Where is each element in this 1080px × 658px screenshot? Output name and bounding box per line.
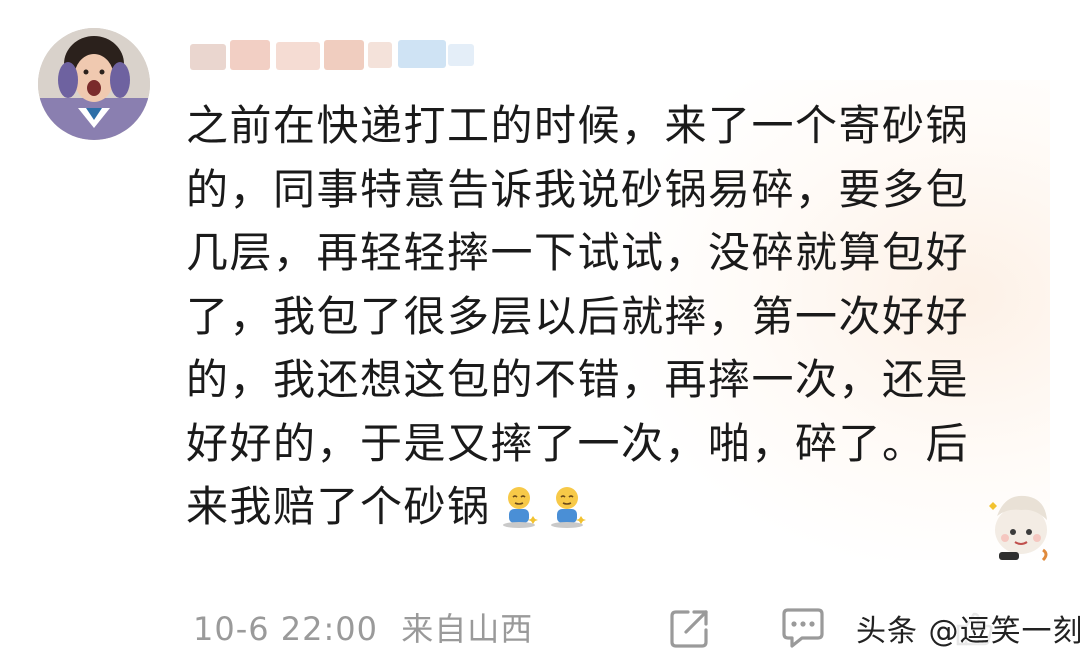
comment-card: 之前在快递打工的时候，来了一个寄砂锅 的，同事特意告诉我说砂锅易碎，要多包 几层…	[0, 0, 1080, 658]
anime-sticker-icon	[985, 486, 1055, 566]
username-blurred[interactable]	[190, 38, 490, 72]
comment-line: 之前在快递打工的时候，来了一个寄砂锅	[186, 101, 970, 150]
watermark: 头条 @逗笑一刻	[856, 614, 1080, 649]
comment-button[interactable]	[780, 606, 826, 650]
comment-line: 的，同事特意告诉我说砂锅易碎，要多包	[186, 164, 970, 214]
avatar-image	[38, 28, 150, 140]
comment-text: 之前在快递打工的时候，来了一个寄砂锅 的，同事特意告诉我说砂锅易碎，要多包 几层…	[186, 94, 1026, 539]
location-source: 来自山西	[401, 610, 534, 648]
timestamp: 10-6 22:00	[193, 610, 379, 648]
comment-line: 了，我包了很多层以后就摔，第一次好好	[186, 291, 970, 341]
comment-line-text: 来我赔了个砂锅	[186, 482, 491, 531]
avatar[interactable]	[38, 28, 150, 140]
comment-icon	[782, 608, 824, 648]
share-button[interactable]	[668, 606, 712, 650]
comment-meta: 10-6 22:00 来自山西	[193, 604, 533, 650]
share-icon	[670, 610, 708, 648]
sitting-emoji-icon	[547, 483, 587, 528]
comment-line: 的，我还想这包的不错，再摔一次，还是	[186, 355, 970, 404]
comment-line: 好好的，于是又摔了一次，啪，碎了。后	[186, 418, 970, 468]
comment-line: 几层，再轻轻摔一下试试，没碎就算包好	[186, 228, 970, 277]
comment-line-last: 来我赔了个砂锅	[186, 475, 1026, 539]
sitting-emoji-icon	[499, 483, 539, 528]
